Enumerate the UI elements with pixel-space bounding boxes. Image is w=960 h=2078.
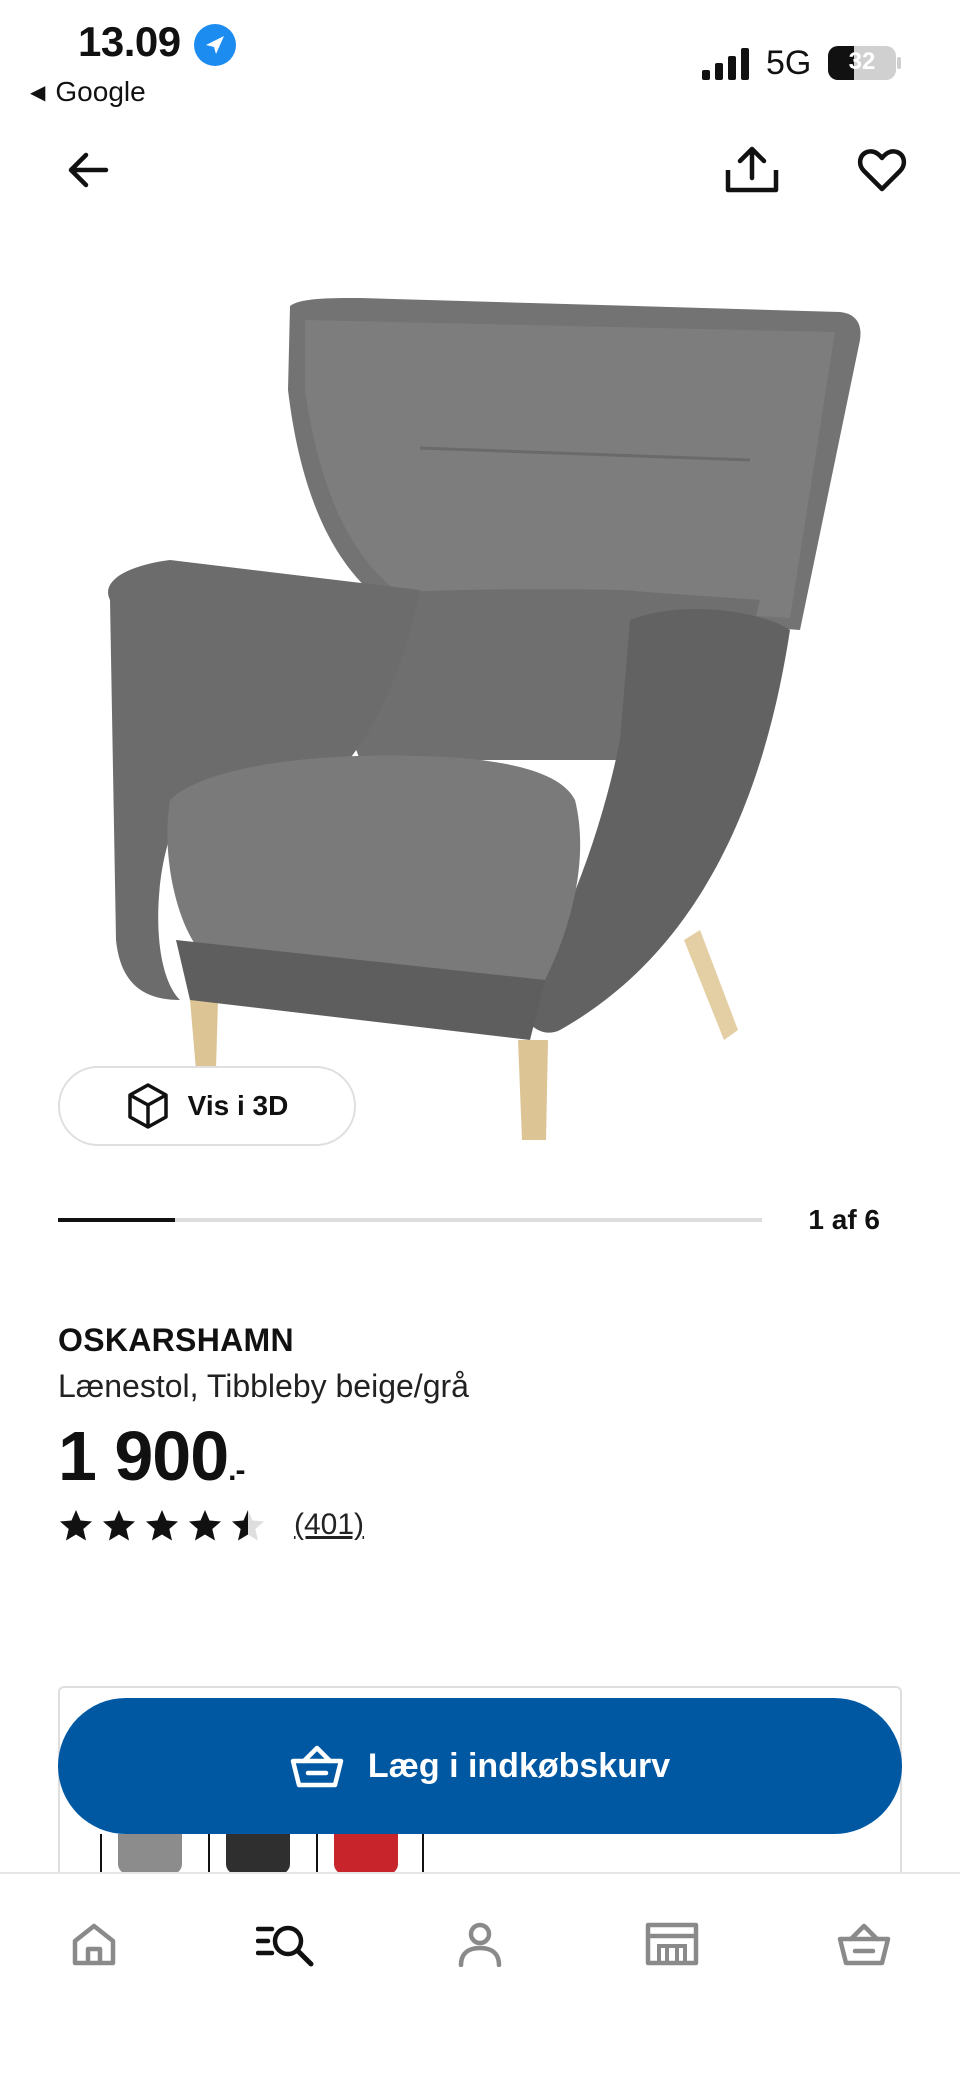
- variant-swatch: [226, 1834, 290, 1874]
- gallery-progress: [58, 1218, 762, 1222]
- gallery-progress-fill: [58, 1218, 176, 1222]
- cube-icon: [127, 1083, 168, 1129]
- back-button[interactable]: [50, 132, 126, 208]
- price-suffix: .-: [228, 1454, 245, 1487]
- product-price: 1 900.-: [58, 1416, 246, 1496]
- status-time: 13.09: [78, 18, 181, 65]
- profile-icon: [458, 1922, 502, 1967]
- back-triangle-icon: ◀: [30, 81, 46, 104]
- add-to-cart-label: Læg i indkøbskurv: [367, 1746, 671, 1785]
- add-to-cart-button[interactable]: Læg i indkøbskurv: [58, 1698, 902, 1834]
- heart-icon: [857, 149, 907, 192]
- location-arrow-icon: [194, 24, 236, 66]
- armchair-image: [108, 298, 861, 1140]
- home-icon: [72, 1923, 116, 1966]
- signal-icon: [702, 48, 749, 80]
- arrow-left-icon: [68, 152, 109, 188]
- share-button[interactable]: [714, 132, 790, 208]
- battery-level: 32: [848, 48, 876, 75]
- rating-star: [60, 1510, 92, 1541]
- product-image[interactable]: [0, 240, 960, 1160]
- rating-star: [103, 1510, 135, 1541]
- variant-swatch: [334, 1834, 398, 1874]
- nav-home[interactable]: [46, 1904, 142, 1984]
- product-page: 13.09 ◀ Google 5G 32 Vis i 3D 1 af 6 OSK…: [0, 0, 960, 2078]
- back-to-app[interactable]: ◀ Google: [30, 76, 146, 108]
- back-app-label: Google: [55, 76, 146, 107]
- share-icon: [725, 146, 779, 193]
- view-3d-label: Vis i 3D: [187, 1090, 289, 1121]
- store-icon: [645, 1922, 699, 1966]
- search-icon: [256, 1925, 314, 1967]
- basket-icon: [837, 1923, 891, 1966]
- rating-star: [232, 1510, 264, 1541]
- bottom-navigation: [0, 1872, 960, 2078]
- product-name: OSKARSHAMN: [58, 1322, 294, 1358]
- variant-swatch: [118, 1834, 182, 1874]
- rating-star: [189, 1510, 221, 1541]
- rating-stars: [58, 1508, 266, 1542]
- network-type: 5G: [766, 44, 812, 82]
- review-count-link[interactable]: (401): [294, 1508, 364, 1542]
- view-3d-button[interactable]: Vis i 3D: [58, 1066, 356, 1146]
- battery-tip: [897, 57, 901, 69]
- nav-search[interactable]: [238, 1904, 334, 1984]
- nav-basket[interactable]: [816, 1904, 912, 1984]
- nav-store[interactable]: [624, 1904, 720, 1984]
- product-description: Lænestol, Tibbleby beige/grå: [58, 1368, 469, 1404]
- battery-icon: 32: [828, 46, 896, 80]
- nav-profile[interactable]: [432, 1904, 528, 1984]
- rating-star: [146, 1510, 178, 1541]
- product-rating[interactable]: (401): [58, 1508, 364, 1542]
- basket-icon: [290, 1745, 344, 1788]
- gallery-counter: 1 af 6: [808, 1204, 880, 1235]
- price-value: 1 900: [58, 1417, 229, 1495]
- favorite-button[interactable]: [844, 132, 920, 208]
